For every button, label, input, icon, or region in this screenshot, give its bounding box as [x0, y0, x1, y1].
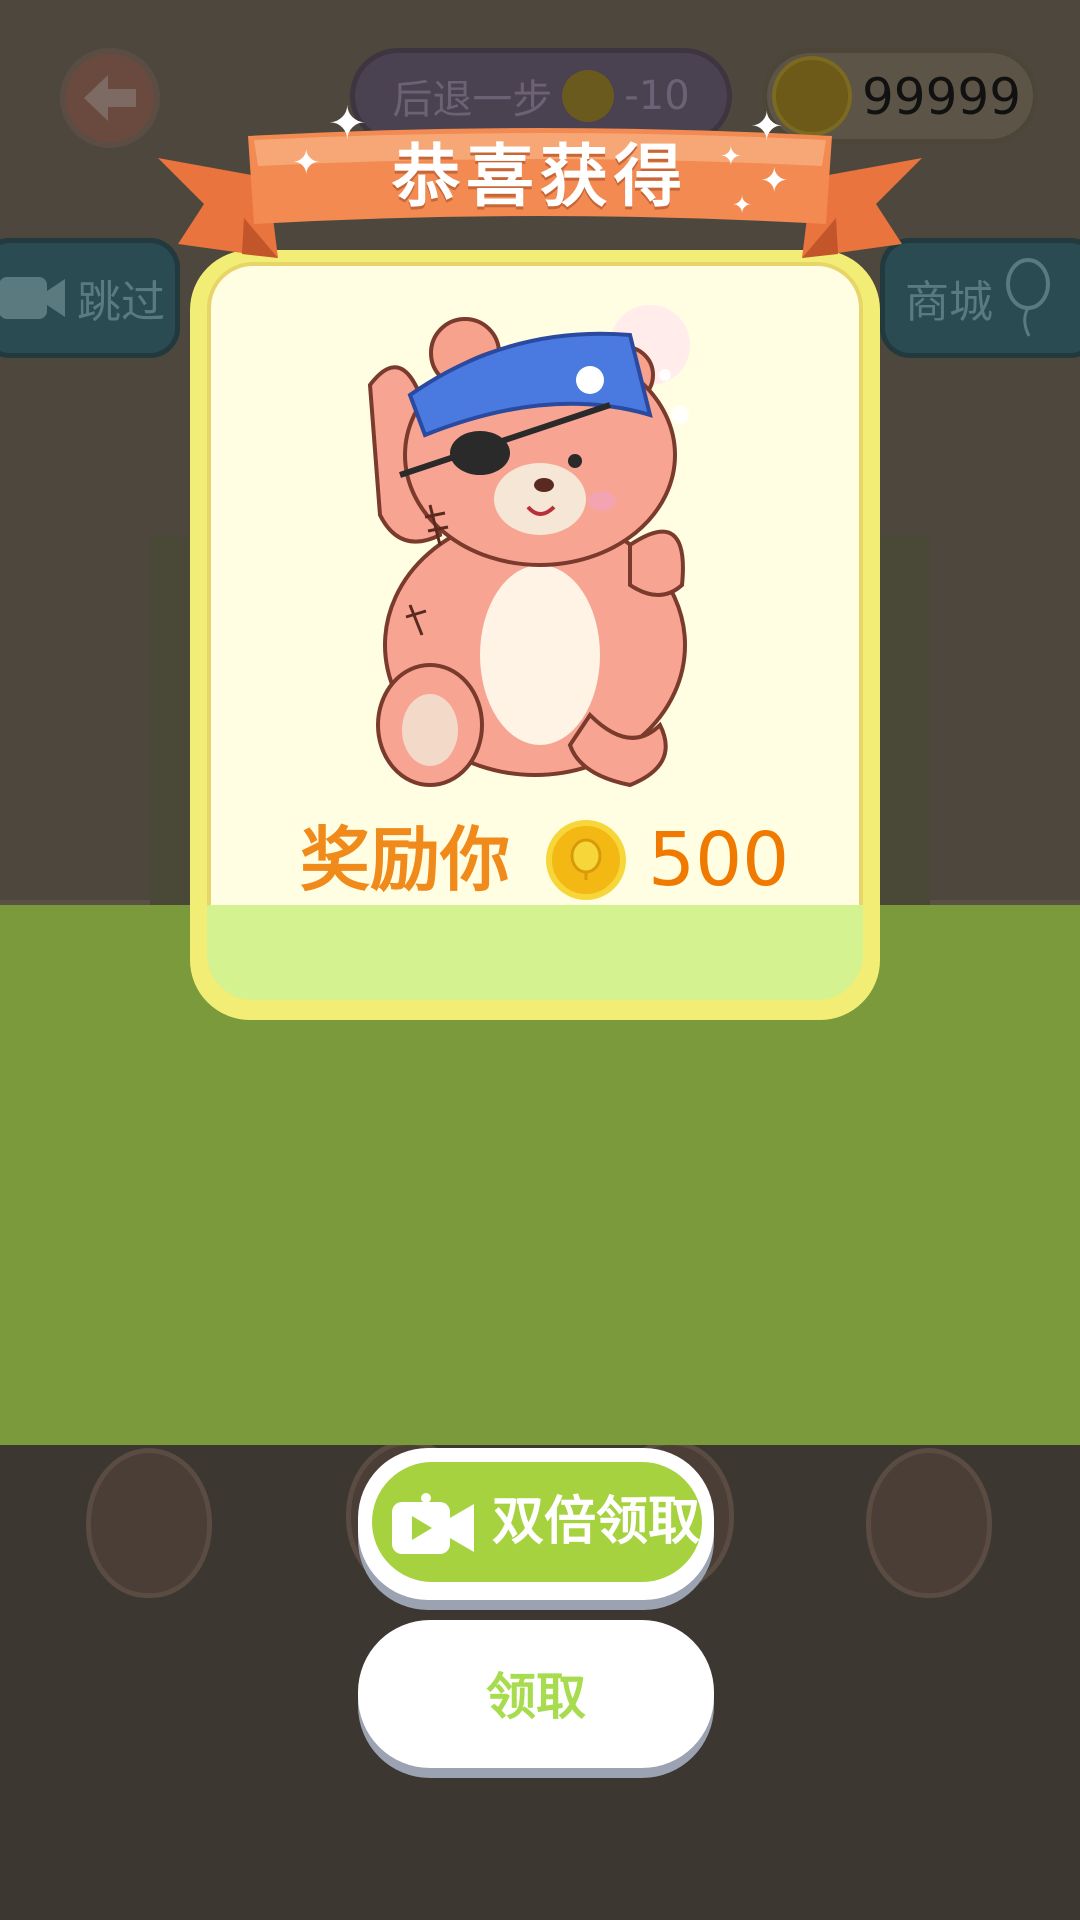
- reward-card-lower: [207, 905, 863, 1000]
- sparkle-icon: ✦: [720, 142, 742, 172]
- shop-label: 商城: [905, 277, 993, 328]
- skip-button[interactable]: 跳过: [0, 238, 180, 358]
- pirate-bear-prize-image: [367, 305, 690, 788]
- video-camera-icon: [392, 1493, 474, 1554]
- reward-amount: 500: [648, 817, 790, 903]
- background-balloon: [866, 1448, 992, 1598]
- back-arrow-icon: [84, 75, 136, 121]
- sparkle-icon: ✦: [750, 104, 784, 150]
- sparkle-icon: ✦: [328, 96, 367, 150]
- video-camera-icon: [0, 277, 65, 319]
- reward-label: 奖励你: [300, 819, 510, 901]
- background-balloon: [86, 1448, 212, 1598]
- balloon-coin-icon: [562, 70, 615, 122]
- double-claim-label: 双倍领取: [492, 1492, 701, 1552]
- sparkle-icon: ✦: [732, 191, 753, 219]
- coin-balance: 99999: [862, 68, 1022, 126]
- balloon-icon: [1006, 258, 1050, 337]
- back-button[interactable]: [60, 48, 160, 148]
- balloon-coin-icon: [772, 56, 852, 136]
- skip-label: 跳过: [77, 277, 165, 328]
- balloon-coin-icon: [546, 820, 626, 900]
- claim-label: 领取: [486, 1668, 586, 1726]
- undo-cost: -10: [624, 73, 690, 119]
- undo-label: 后退一步: [392, 77, 553, 123]
- sparkle-icon: ✦: [760, 161, 789, 201]
- sparkle-icon: ✦: [292, 143, 321, 183]
